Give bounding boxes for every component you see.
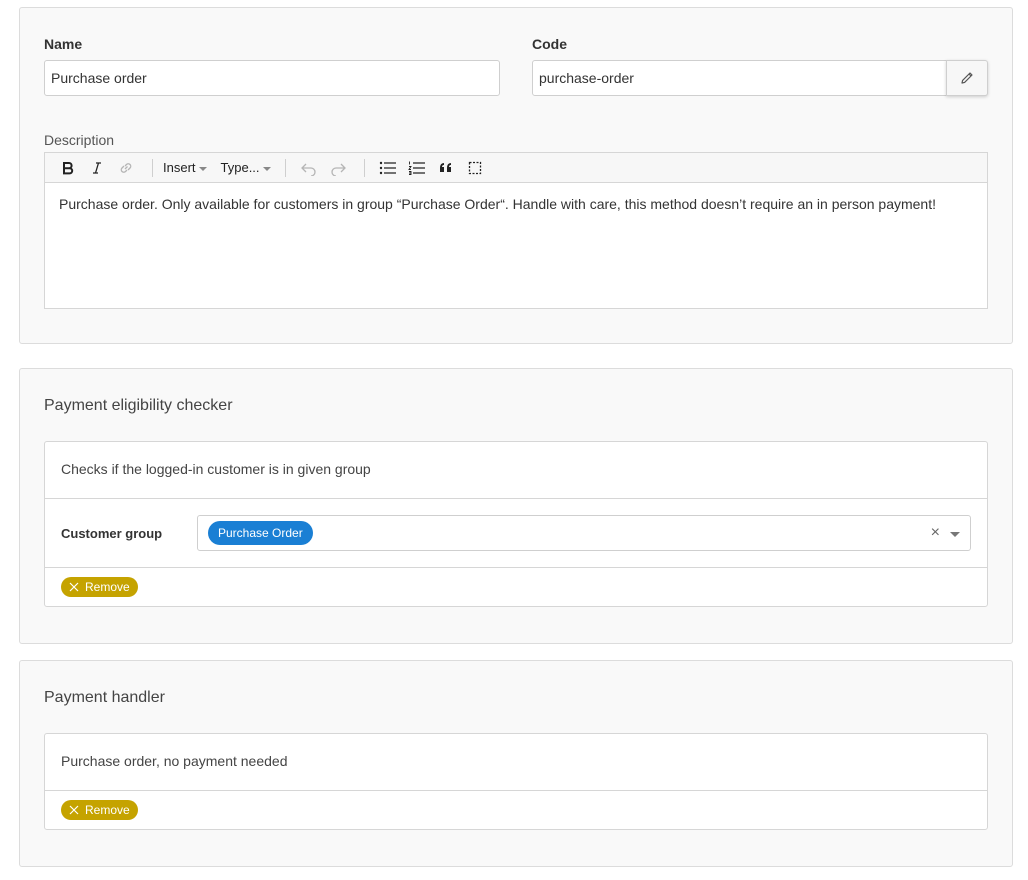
- blockquote-button[interactable]: [433, 156, 459, 180]
- toolbar-separator: [284, 158, 286, 177]
- select-all-button[interactable]: [462, 156, 488, 180]
- code-input[interactable]: purchase-order: [532, 60, 948, 96]
- remove-handler-button[interactable]: Remove: [61, 800, 138, 820]
- ordered-list-icon: [407, 161, 425, 175]
- pencil-icon: [961, 72, 973, 84]
- handler-title: Payment handler: [44, 689, 165, 706]
- undo-icon: [300, 163, 316, 176]
- description-label: Description: [44, 132, 115, 148]
- name-label: Name: [44, 36, 83, 52]
- chevron-down-icon: [262, 166, 271, 171]
- type-menu-label: Type...: [220, 160, 260, 175]
- editor-toolbar: Insert Type...: [45, 153, 987, 183]
- handler-actions-row: Remove: [45, 791, 987, 829]
- handler-card: Payment handler Purchase order, no payme…: [19, 660, 1013, 867]
- eligibility-title: Payment eligibility checker: [44, 397, 233, 414]
- eligibility-card: Payment eligibility checker Checks if th…: [19, 368, 1013, 644]
- ordered-list-button[interactable]: [404, 156, 430, 180]
- selected-group-chip[interactable]: Purchase Order: [208, 521, 313, 545]
- undo-button[interactable]: [296, 156, 322, 180]
- remove-checker-button[interactable]: Remove: [61, 577, 138, 597]
- toolbar-separator: [152, 158, 153, 177]
- description-editor: Insert Type... Purchase order. Only avai…: [44, 152, 988, 309]
- checker-description: Checks if the logged-in customer is in g…: [61, 461, 371, 477]
- bullet-list-icon: [379, 161, 396, 174]
- bold-button[interactable]: [55, 156, 81, 180]
- chevron-down-icon[interactable]: [950, 532, 960, 537]
- general-card: Name Purchase order Code purchase-order …: [19, 7, 1013, 344]
- insert-menu-label: Insert: [163, 160, 196, 175]
- code-label: Code: [532, 36, 567, 52]
- insert-menu[interactable]: Insert: [163, 160, 207, 175]
- bullet-list-button[interactable]: [375, 156, 401, 180]
- italic-button[interactable]: [84, 156, 110, 180]
- type-menu[interactable]: Type...: [221, 160, 271, 175]
- handler-description: Purchase order, no payment needed: [61, 753, 288, 769]
- redo-icon: [330, 163, 346, 176]
- customer-group-label: Customer group: [61, 526, 163, 541]
- edit-code-button[interactable]: [946, 60, 988, 96]
- customer-group-select[interactable]: Purchase Order ×: [197, 515, 971, 551]
- italic-icon: [93, 161, 101, 174]
- handler-description-row: Purchase order, no payment needed: [45, 734, 987, 791]
- selection-box-icon: [468, 161, 481, 174]
- eligibility-panel: Checks if the logged-in customer is in g…: [44, 441, 988, 607]
- chevron-down-icon: [198, 166, 207, 171]
- description-text[interactable]: Purchase order. Only available for custo…: [45, 183, 987, 225]
- quote-icon: [439, 162, 451, 172]
- bold-icon: [63, 161, 74, 174]
- redo-button[interactable]: [325, 156, 351, 180]
- remove-label: Remove: [85, 580, 130, 594]
- toolbar-separator: [363, 158, 365, 177]
- link-icon: [120, 162, 132, 173]
- remove-label: Remove: [85, 803, 130, 817]
- name-input[interactable]: Purchase order: [44, 60, 500, 96]
- clear-icon[interactable]: ×: [931, 524, 940, 542]
- close-icon: [69, 582, 79, 592]
- eligibility-actions-row: Remove: [45, 568, 987, 606]
- customer-group-row: Customer group Purchase Order ×: [45, 499, 987, 568]
- handler-panel: Purchase order, no payment needed Remove: [44, 733, 988, 830]
- checker-description-row: Checks if the logged-in customer is in g…: [45, 442, 987, 499]
- close-icon: [69, 805, 79, 815]
- link-button[interactable]: [113, 156, 139, 180]
